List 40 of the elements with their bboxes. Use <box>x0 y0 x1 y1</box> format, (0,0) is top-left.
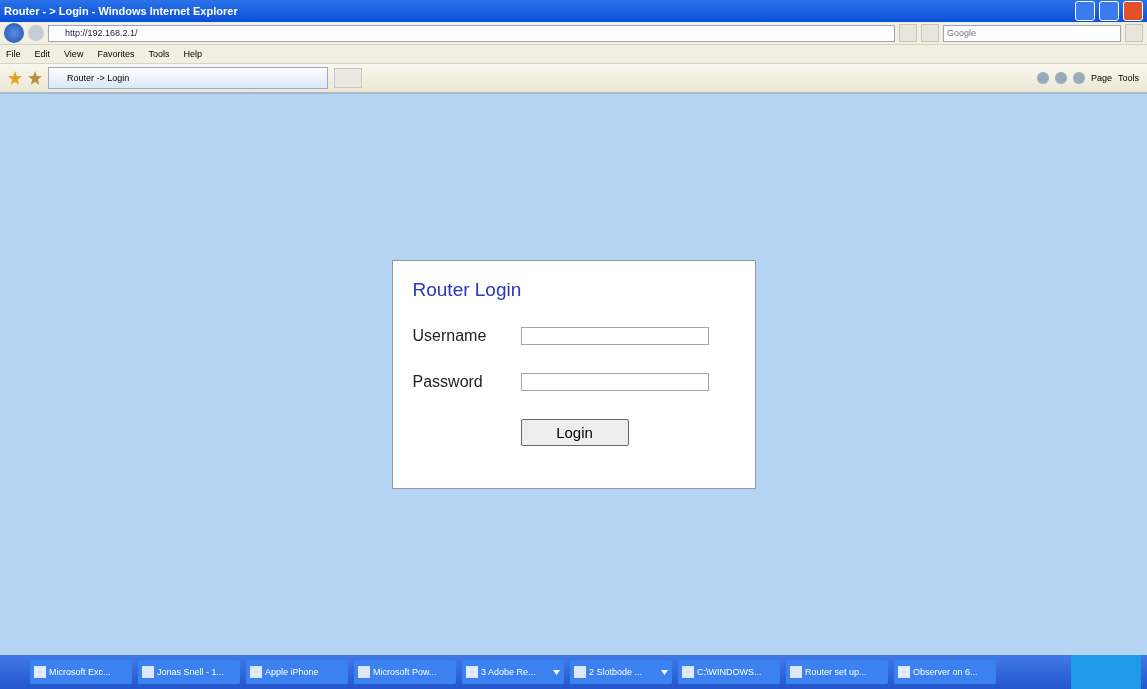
taskbar-item[interactable]: Microsoft Pow... <box>354 660 456 684</box>
menu-item[interactable]: Tools <box>148 49 170 59</box>
menu-item[interactable]: Help <box>183 49 202 59</box>
menu-item[interactable]: File <box>6 49 21 59</box>
taskbar-item[interactable]: Jonas Snell - 1... <box>138 660 240 684</box>
system-tray <box>1071 655 1141 689</box>
taskbar-item[interactable]: Microsoft Exc... <box>30 660 132 684</box>
star-icon[interactable] <box>8 71 22 85</box>
window-title: Router - > Login - Windows Internet Explorer <box>4 5 239 17</box>
taskbar-item[interactable]: Router set up... <box>786 660 888 684</box>
refresh-button[interactable] <box>899 24 917 42</box>
field-label: Password <box>412 373 484 391</box>
close-button[interactable] <box>1123 1 1143 21</box>
taskbar-item[interactable]: 2 Slotbode ... <box>570 660 672 684</box>
add-favorite-icon[interactable] <box>28 71 42 85</box>
caret-icon <box>553 669 560 675</box>
input-field[interactable] <box>520 373 709 391</box>
command-menu[interactable]: Page <box>1090 73 1112 83</box>
menu-item[interactable]: Favorites <box>97 49 135 59</box>
forward-button[interactable] <box>28 25 44 41</box>
address-field[interactable]: http://192.168.2.1/ <box>48 24 895 42</box>
taskbar-item[interactable]: 3 Adobe Re... <box>462 660 564 684</box>
taskbar-item[interactable]: Apple iPhone <box>246 660 348 684</box>
login-title: Router Login <box>412 279 523 301</box>
new-tab-button[interactable] <box>334 68 362 88</box>
menu-item[interactable]: Edit <box>34 49 51 59</box>
minimize-button[interactable] <box>1075 1 1095 21</box>
stop-button[interactable] <box>921 24 939 42</box>
command-menu[interactable]: Tools <box>1118 73 1139 83</box>
search-field[interactable]: Google <box>943 24 1121 42</box>
taskbar-item[interactable]: Observer on 6... <box>894 660 996 684</box>
caret-icon <box>661 669 668 675</box>
taskbar-item[interactable]: C:\WINDOWS... <box>678 660 780 684</box>
maximize-button[interactable] <box>1099 1 1119 21</box>
input-field[interactable] <box>520 327 709 345</box>
field-label: Username <box>412 327 488 345</box>
browser-tab[interactable]: Router -> Login <box>48 67 328 89</box>
back-button[interactable] <box>4 23 24 43</box>
login-button[interactable]: Login <box>520 419 629 446</box>
menu-item[interactable]: View <box>64 49 84 59</box>
